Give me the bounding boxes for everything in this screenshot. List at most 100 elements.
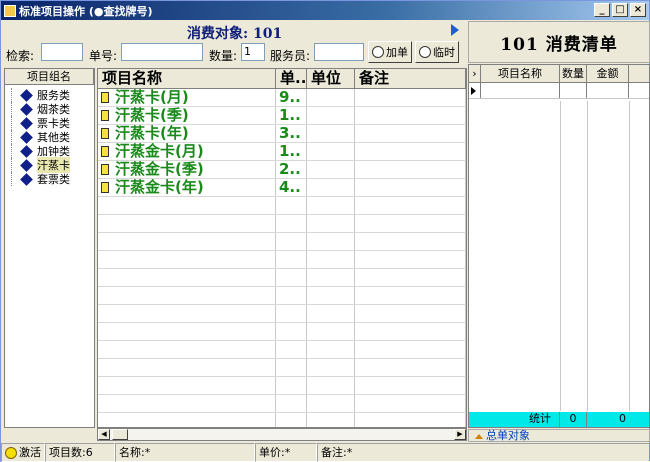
order-label: 单号:: [89, 49, 118, 63]
status-count: 项目数:6: [45, 443, 115, 462]
group-item[interactable]: 其他类: [5, 130, 94, 144]
item-icon: [101, 92, 109, 103]
empty-row: [98, 341, 466, 359]
temp-button[interactable]: 临时: [415, 41, 459, 63]
sum-amount: 0: [619, 412, 626, 425]
col-name-header[interactable]: 项目名称: [98, 69, 276, 88]
group-item[interactable]: 烟茶类: [5, 102, 94, 116]
empty-row: [98, 233, 466, 251]
item-note: [355, 89, 466, 106]
col-note-header[interactable]: 备注: [355, 69, 466, 88]
consume-col-name[interactable]: 项目名称: [481, 65, 560, 82]
minimize-button[interactable]: _: [594, 3, 610, 17]
item-list-header: 项目名称 单.. 单位 备注: [98, 69, 466, 89]
item-note: [355, 143, 466, 160]
group-item[interactable]: 加钟类: [5, 144, 94, 158]
empty-row: [98, 215, 466, 233]
group-icon: [20, 158, 33, 172]
item-icon: [101, 128, 109, 139]
item-unit: [307, 179, 355, 196]
empty-row: [98, 359, 466, 377]
list-item[interactable]: 汗蒸卡(季) 1..: [98, 107, 466, 125]
item-price: 9..: [276, 89, 307, 106]
empty-row: [98, 395, 466, 413]
status-note: 备注:*: [317, 443, 650, 462]
add-icon: [372, 46, 384, 58]
list-item[interactable]: 汗蒸金卡(年) 4..: [98, 179, 466, 197]
close-button[interactable]: ×: [630, 3, 646, 17]
maximize-button[interactable]: □: [612, 3, 628, 17]
qty-input[interactable]: 1: [241, 43, 265, 61]
item-note: [355, 107, 466, 124]
consume-grid: › 项目名称 数量 金额 统计 0 0: [468, 64, 650, 428]
item-icon: [101, 146, 109, 157]
consume-sum-row: 统计 0 0: [469, 412, 649, 427]
item-icon: [101, 164, 109, 175]
list-item[interactable]: 汗蒸金卡(季) 2..: [98, 161, 466, 179]
total-object-link[interactable]: 总单对象: [468, 429, 650, 442]
temp-icon: [419, 46, 431, 58]
col-unit-header[interactable]: 单位: [307, 69, 355, 88]
item-unit: [307, 107, 355, 124]
group-item[interactable]: 套票类: [5, 172, 94, 186]
list-item[interactable]: 汗蒸卡(月) 9..: [98, 89, 466, 107]
scroll-right-icon[interactable]: ▶: [454, 429, 466, 440]
group-item[interactable]: 服务类: [5, 88, 94, 102]
sum-qty: 0: [560, 412, 587, 427]
chevron-up-icon: [475, 434, 483, 439]
group-icon: [20, 102, 33, 116]
item-name: 汗蒸卡(月): [115, 89, 189, 106]
add-order-button[interactable]: 加单: [368, 41, 412, 63]
list-item[interactable]: 汗蒸卡(年) 3..: [98, 125, 466, 143]
empty-row: [98, 305, 466, 323]
qty-label: 数量:: [209, 49, 238, 63]
status-name: 名称:*: [115, 443, 255, 462]
row-pointer-icon: [471, 87, 476, 95]
group-icon: [20, 172, 33, 186]
consume-grid-header: › 项目名称 数量 金额: [469, 65, 649, 83]
group-icon: [20, 88, 33, 102]
list-item[interactable]: 汗蒸金卡(月) 1..: [98, 143, 466, 161]
col-price-header[interactable]: 单..: [276, 69, 307, 88]
item-icon: [101, 182, 109, 193]
order-input[interactable]: [121, 43, 203, 61]
group-item[interactable]: 票卡类: [5, 116, 94, 130]
item-icon: [101, 110, 109, 121]
empty-row: [98, 323, 466, 341]
group-icon: [20, 130, 33, 144]
consume-col-qty[interactable]: 数量: [560, 65, 587, 82]
consume-col-amount[interactable]: 金额: [587, 65, 629, 82]
item-note: [355, 161, 466, 178]
item-list: 项目名称 单.. 单位 备注 汗蒸卡(月) 9.. 汗蒸卡(季) 1.. 汗蒸卡(年) 3…: [97, 68, 467, 428]
empty-row: [98, 197, 466, 215]
item-note: [355, 179, 466, 196]
item-unit: [307, 125, 355, 142]
item-price: 1..: [276, 107, 307, 124]
item-unit: [307, 89, 355, 106]
item-unit: [307, 143, 355, 160]
search-bar: 消费对象: 101 检索: 单号: 数量: 1 服务员: 加单 临时: [1, 21, 467, 63]
title-bar: 标准项目操作 (●查找牌号) _ □ ×: [1, 1, 649, 20]
item-name: 汗蒸卡(季): [115, 107, 189, 124]
scroll-thumb[interactable]: [112, 429, 128, 440]
search-label: 检索:: [6, 49, 35, 63]
horizontal-scrollbar[interactable]: ◀ ▶: [97, 428, 467, 441]
group-item[interactable]: 汗蒸卡: [5, 157, 94, 173]
item-price: 2..: [276, 161, 307, 178]
item-name: 汗蒸卡(年): [115, 125, 189, 142]
status-activate[interactable]: 激活: [1, 443, 45, 462]
search-input[interactable]: [41, 43, 83, 61]
consume-row[interactable]: [469, 83, 649, 99]
waiter-input[interactable]: [314, 43, 364, 61]
item-price: 3..: [276, 125, 307, 142]
consume-list-title: 101 消费清单: [468, 21, 650, 63]
group-icon: [20, 144, 33, 158]
scroll-left-icon[interactable]: ◀: [98, 429, 110, 440]
empty-row: [98, 287, 466, 305]
item-unit: [307, 161, 355, 178]
group-tree: 项目组名 服务类 烟茶类 票卡类 其他类 加钟类 汗蒸卡 套票类: [4, 68, 95, 428]
empty-row: [98, 413, 466, 427]
status-bar: 激活 项目数:6 名称:* 单价:* 备注:*: [1, 443, 650, 462]
smiley-icon: [5, 447, 17, 459]
expand-right-icon[interactable]: [451, 24, 459, 36]
